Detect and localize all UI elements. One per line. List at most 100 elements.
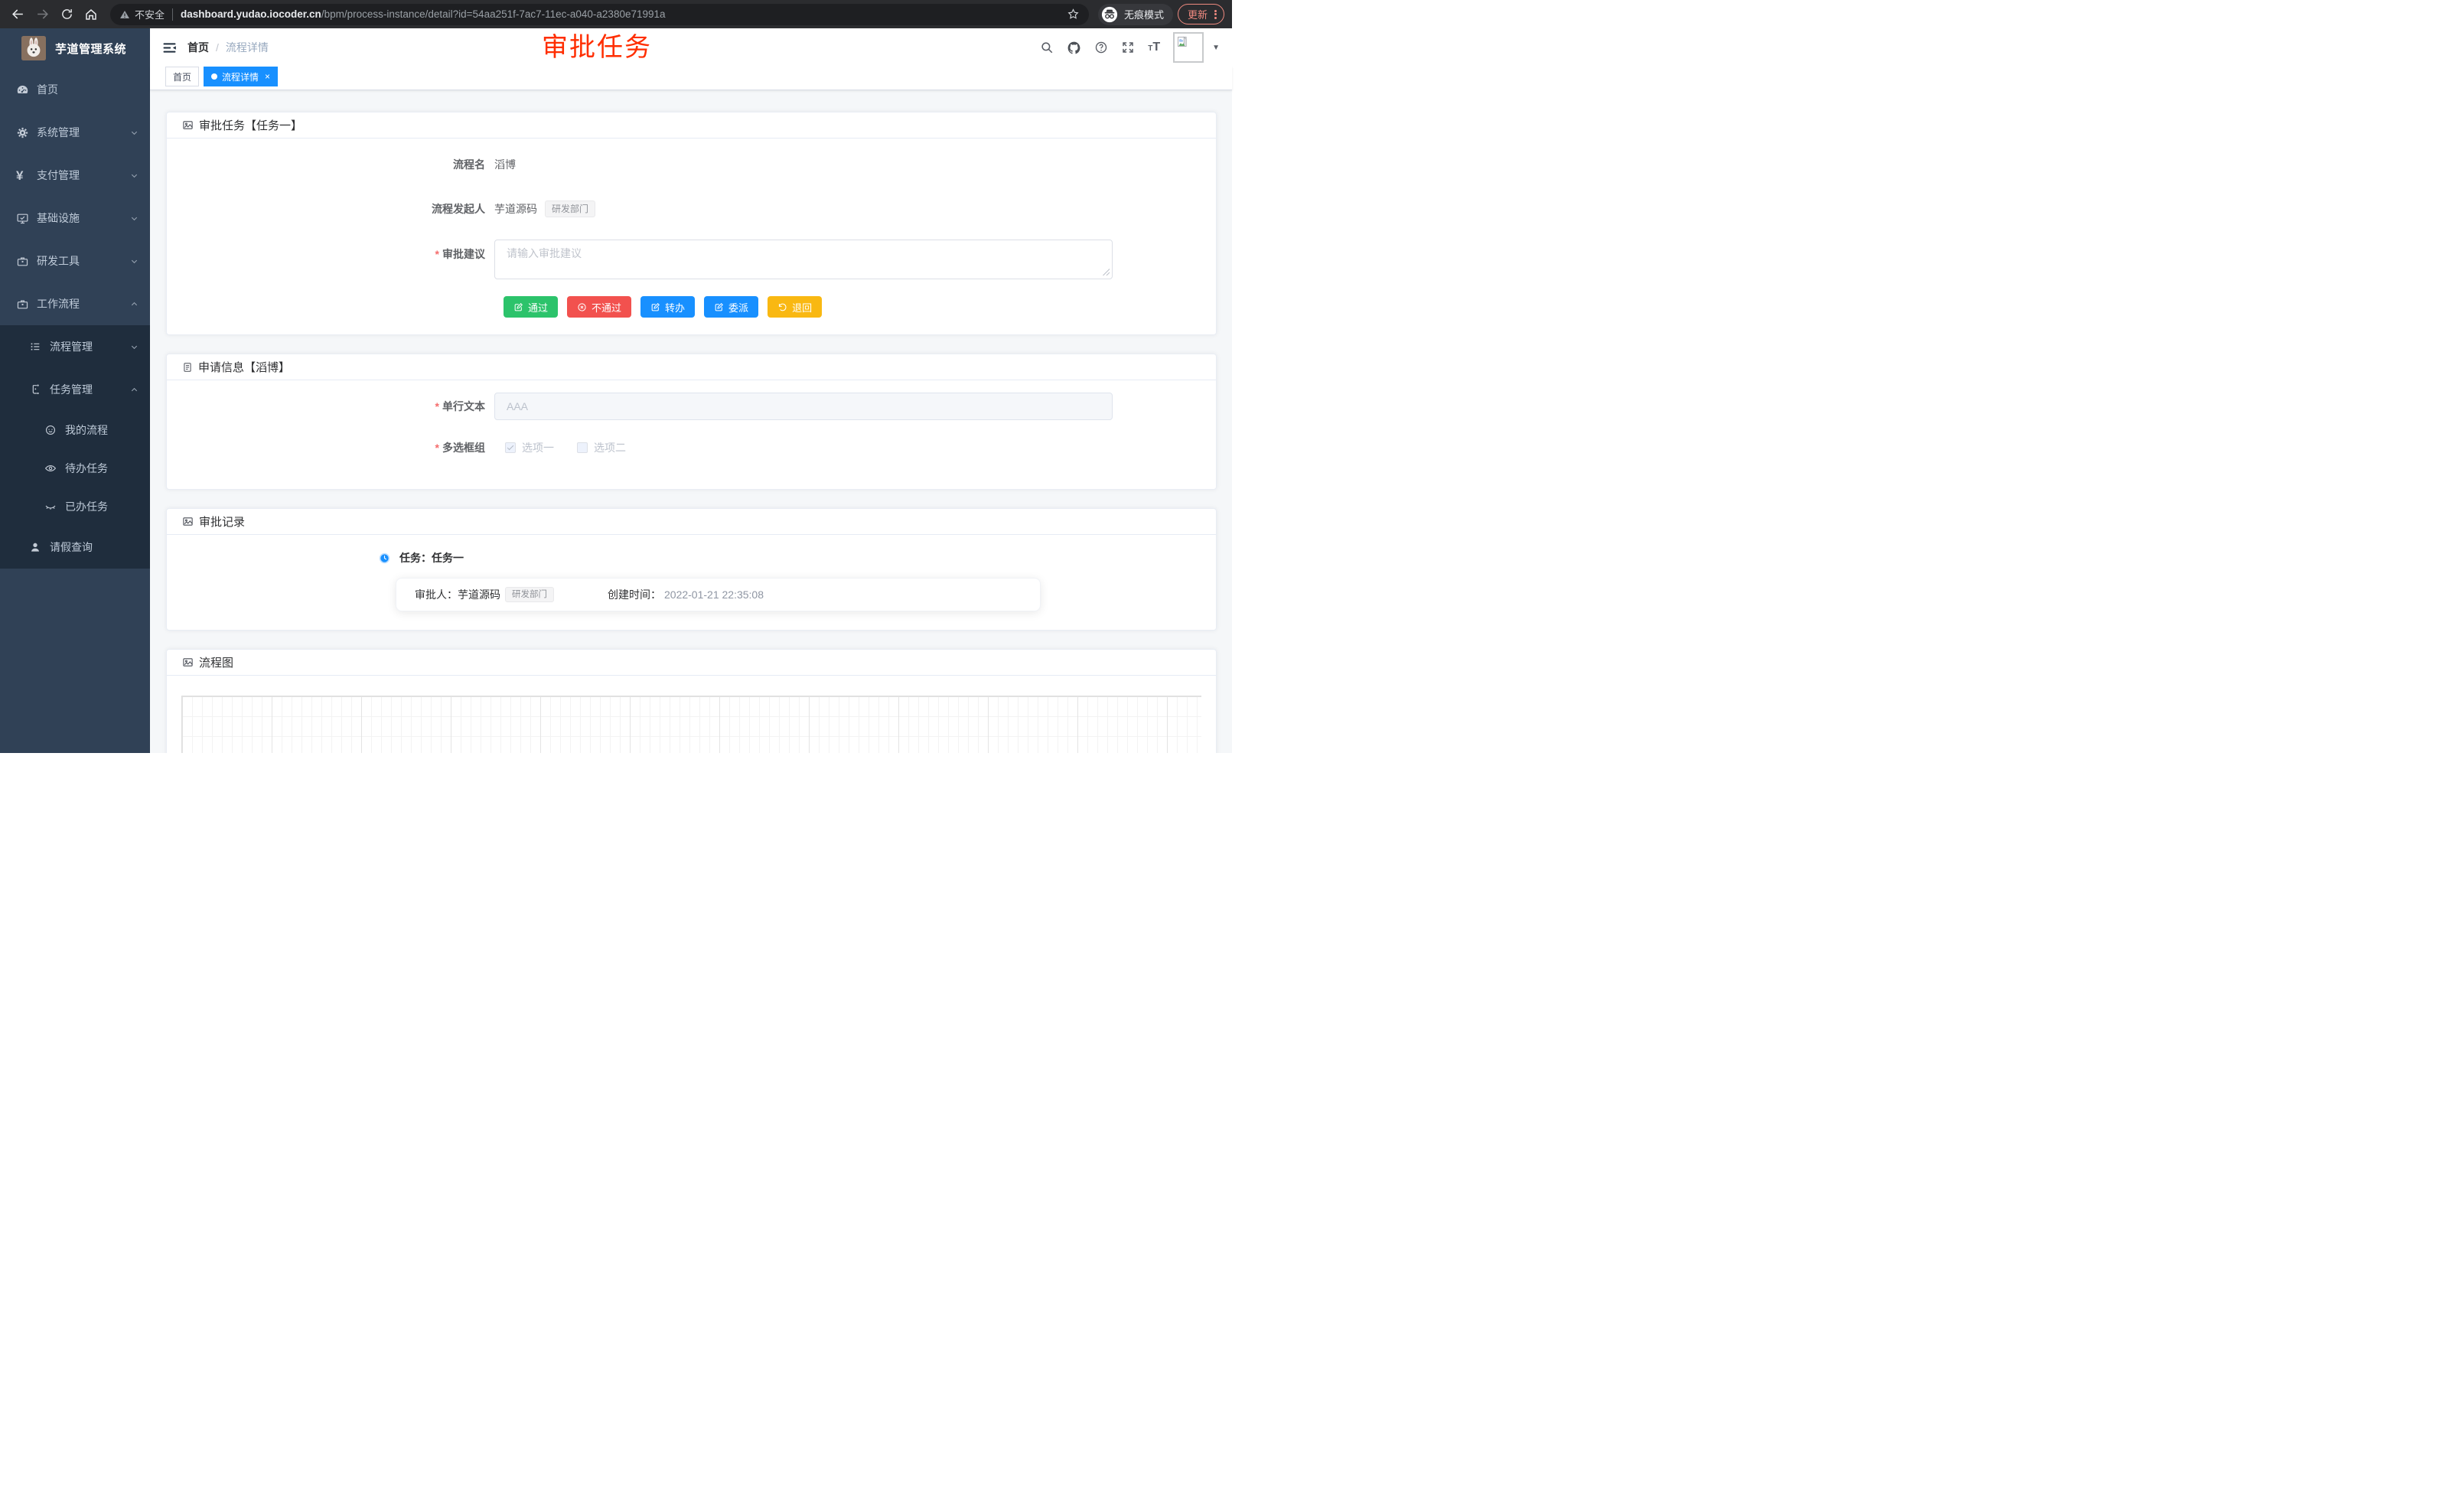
created-time: 2022-01-21 22:35:08 bbox=[664, 588, 764, 601]
close-tab-icon[interactable]: × bbox=[265, 72, 270, 81]
browser-menu-icon[interactable] bbox=[1214, 8, 1217, 20]
sidebar-item-home[interactable]: 首页 bbox=[0, 68, 150, 111]
back-icon[interactable] bbox=[8, 5, 28, 24]
active-tab-dot bbox=[211, 73, 217, 80]
sidebar-item-my-processes[interactable]: 我的流程 bbox=[0, 411, 150, 449]
incognito-badge: 无痕模式 bbox=[1098, 4, 1173, 25]
monitor-icon bbox=[16, 211, 30, 225]
checkbox-label: 选项二 bbox=[594, 440, 626, 455]
required-asterisk: * bbox=[435, 442, 439, 454]
tab-home[interactable]: 首页 bbox=[165, 67, 199, 86]
breadcrumb-home[interactable]: 首页 bbox=[187, 40, 209, 55]
eye-closed-icon bbox=[44, 500, 58, 513]
field-label: *多选框组 bbox=[185, 437, 494, 458]
update-button[interactable]: 更新 bbox=[1178, 4, 1224, 24]
approval-records-card: 审批记录 任务：任务一 审批人：芋道源码 研发部门 创建时间： 2022-01-… bbox=[166, 508, 1217, 631]
search-icon[interactable] bbox=[1040, 41, 1054, 54]
checkbox-group-row: *多选框组 选项一 选项二 bbox=[185, 437, 1198, 458]
sidebar-item-todo-tasks[interactable]: 待办任务 bbox=[0, 449, 150, 487]
card-title: 审批记录 bbox=[199, 513, 245, 530]
application-info-card: 申请信息【滔博】 *单行文本 *多选框组 选项一 选项二 bbox=[166, 354, 1217, 490]
user-icon bbox=[29, 540, 43, 554]
field-label: 流程发起人 bbox=[185, 195, 494, 223]
avatar[interactable] bbox=[1173, 32, 1204, 63]
github-icon[interactable] bbox=[1067, 41, 1081, 55]
sidebar-item-dev-tools[interactable]: 研发工具 bbox=[0, 240, 150, 282]
delegate-button[interactable]: 委派 bbox=[704, 296, 758, 318]
home-icon[interactable] bbox=[81, 5, 101, 24]
main-content: 审批任务【任务一】 流程名 滔博 流程发起人 芋道源码 研发部门 bbox=[150, 90, 1232, 753]
approval-actions-row: 通过 不通过 转办 委派 bbox=[504, 296, 1198, 318]
required-asterisk: * bbox=[435, 248, 439, 260]
chevron-down-icon bbox=[130, 257, 139, 266]
sidebar-item-workflow[interactable]: 工作流程 bbox=[0, 282, 150, 325]
checkbox-label: 选项一 bbox=[522, 440, 554, 455]
help-icon[interactable] bbox=[1094, 41, 1108, 54]
edit-icon bbox=[650, 302, 660, 312]
dashboard-icon bbox=[16, 83, 30, 96]
field-value: 滔博 bbox=[494, 151, 516, 178]
required-asterisk: * bbox=[435, 400, 439, 412]
avatar-dropdown-caret-icon[interactable]: ▼ bbox=[1212, 44, 1220, 52]
reload-icon[interactable] bbox=[57, 5, 77, 24]
sidebar-item-leave-query[interactable]: 请假查询 bbox=[0, 526, 150, 569]
page-header: 首页 / 流程详情 审批任务 TT ▼ bbox=[150, 28, 1232, 67]
chevron-down-icon bbox=[130, 214, 139, 223]
url-text: dashboard.yudao.iocoder.cn/bpm/process-i… bbox=[181, 8, 1061, 20]
workflow-submenu: 流程管理 任务管理 我的流程 待办任务 已办任务 请假 bbox=[0, 325, 150, 569]
sidebar-item-process-management[interactable]: 流程管理 bbox=[0, 325, 150, 368]
bookmark-star-icon[interactable] bbox=[1067, 8, 1080, 21]
incognito-icon bbox=[1101, 6, 1118, 23]
clock-icon bbox=[379, 553, 390, 564]
transfer-button[interactable]: 转办 bbox=[640, 296, 695, 318]
reject-button[interactable]: 不通过 bbox=[567, 296, 631, 318]
sidebar-item-payment[interactable]: ¥ 支付管理 bbox=[0, 154, 150, 197]
undo-icon bbox=[777, 302, 787, 312]
single-line-text-input bbox=[494, 393, 1113, 420]
created-label: 创建时间： bbox=[608, 587, 661, 602]
dept-tag: 研发部门 bbox=[545, 200, 595, 217]
picture-icon bbox=[182, 657, 194, 668]
task-title: 任务：任务一 bbox=[399, 550, 464, 566]
field-label: *审批建议 bbox=[185, 240, 494, 262]
security-chip[interactable]: 不安全 bbox=[119, 7, 165, 21]
sidebar-item-done-tasks[interactable]: 已办任务 bbox=[0, 487, 150, 526]
bpmn-canvas bbox=[181, 696, 1201, 753]
field-label: *单行文本 bbox=[185, 393, 494, 420]
single-line-text-row: *单行文本 bbox=[185, 393, 1198, 420]
card-title: 审批任务【任务一】 bbox=[199, 117, 302, 133]
font-size-icon[interactable]: TT bbox=[1148, 41, 1160, 54]
process-diagram-card-header: 流程图 bbox=[167, 650, 1216, 676]
breadcrumb-separator: / bbox=[216, 41, 219, 54]
face-icon bbox=[44, 423, 58, 437]
toolbox-icon bbox=[16, 254, 30, 268]
gear-icon bbox=[16, 126, 30, 139]
approve-button[interactable]: 通过 bbox=[504, 296, 558, 318]
sidebar-item-system[interactable]: 系统管理 bbox=[0, 111, 150, 154]
timeline-task: 任务：任务一 bbox=[379, 550, 1198, 566]
sidebar-toggle[interactable] bbox=[162, 41, 177, 55]
chevron-down-icon bbox=[130, 171, 139, 180]
address-bar[interactable]: 不安全 dashboard.yudao.iocoder.cn/bpm/proce… bbox=[110, 4, 1089, 25]
briefcase-icon bbox=[16, 297, 30, 311]
sidebar-item-task-management[interactable]: 任务管理 bbox=[0, 368, 150, 411]
field-label: 流程名 bbox=[185, 151, 494, 178]
document-icon bbox=[182, 362, 193, 373]
approval-comment-row: *审批建议 bbox=[185, 240, 1198, 279]
approval-task-card-header: 审批任务【任务一】 bbox=[167, 112, 1216, 139]
forward-icon[interactable] bbox=[32, 5, 52, 24]
sidebar-item-infrastructure[interactable]: 基础设施 bbox=[0, 197, 150, 240]
tree-icon bbox=[29, 383, 43, 396]
picture-icon bbox=[182, 516, 194, 527]
approval-comment-textarea[interactable] bbox=[494, 240, 1113, 279]
tab-process-detail[interactable]: 流程详情 × bbox=[204, 67, 278, 86]
warning-icon bbox=[119, 9, 130, 20]
circle-close-icon bbox=[577, 302, 587, 312]
card-title: 申请信息【滔博】 bbox=[198, 359, 290, 375]
chevron-down-icon bbox=[130, 343, 139, 351]
broken-image-icon bbox=[1176, 35, 1189, 48]
return-button[interactable]: 退回 bbox=[768, 296, 822, 318]
fullscreen-icon[interactable] bbox=[1121, 41, 1135, 54]
list-icon bbox=[29, 340, 43, 354]
card-title: 流程图 bbox=[199, 654, 233, 670]
